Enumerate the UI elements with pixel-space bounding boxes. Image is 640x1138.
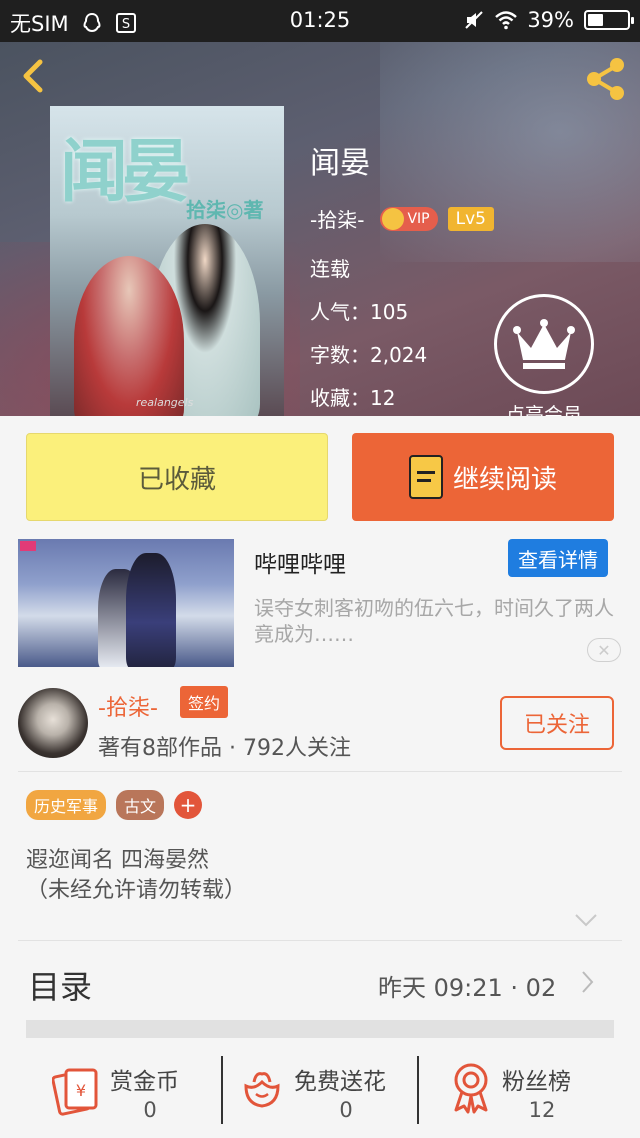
crown-icon (513, 319, 575, 369)
ad-image[interactable] (18, 539, 234, 667)
tag-ancient-style[interactable]: 古文 (116, 790, 165, 820)
book-info: 闻晏 -拾柒- VIP Lv5 连载 人气：105 字数：2,024 收藏：12 (310, 138, 494, 416)
free-flower-button[interactable]: 免费送花 0 (240, 1058, 410, 1130)
vip-crown-icon (382, 207, 405, 230)
toc-latest-update: 昨天 09:21 · 02 (378, 974, 557, 1002)
member-label: 点亮会员 (505, 404, 582, 416)
flower-icon (244, 1072, 280, 1108)
cover-title: 闻晏 (60, 132, 190, 212)
separator (417, 1056, 419, 1124)
battery-percent: 39% (527, 8, 574, 32)
reading-progress-bar (26, 1020, 614, 1038)
cover-author: 拾柒◎著 (186, 198, 264, 222)
signed-badge: 签约 (180, 686, 229, 718)
author-name[interactable]: -拾柒- (98, 690, 158, 722)
close-icon[interactable]: ✕ (587, 638, 621, 662)
book-cover[interactable]: 闻晏 拾柒◎著 realangels (50, 106, 284, 416)
ad-description: 误夺女刺客初吻的伍六七，时间久了两人竟成为…… (254, 596, 614, 646)
tag-history-military[interactable]: 历史军事 (26, 790, 107, 820)
bottom-bar: ¥ 赏金币 0 免费送花 0 粉丝榜 12 (0, 1050, 640, 1138)
intro-line: 遐迩闻名 四海晏然 (26, 848, 209, 873)
book-title: 闻晏 (310, 146, 370, 181)
medal-icon (454, 1063, 488, 1114)
reward-coins-button[interactable]: ¥ 赏金币 0 (52, 1058, 212, 1130)
divider (18, 940, 622, 941)
avatar[interactable] (18, 688, 88, 758)
popularity: 人气：105 (310, 300, 409, 324)
author-stats: 著有8部作品 · 792人关注 (98, 736, 351, 761)
chevron-down-icon[interactable] (574, 912, 598, 928)
fan-ranking-button[interactable]: 粉丝榜 12 (450, 1058, 600, 1130)
ad-title: 哔哩哔哩 (254, 552, 346, 578)
ad-banner[interactable]: 哔哩哔哩 查看详情 误夺女刺客初吻的伍六七，时间久了两人竟成为…… (0, 535, 640, 671)
member-button[interactable]: 点亮会员 (492, 294, 596, 416)
divider (18, 771, 622, 772)
battery-icon (584, 10, 634, 30)
share-button[interactable] (580, 54, 630, 104)
collected-button[interactable]: 已收藏 (26, 433, 328, 521)
chevron-right-icon (582, 971, 594, 993)
red-envelope-icon: ¥ (52, 1068, 98, 1116)
add-tag-button[interactable]: + (174, 791, 203, 819)
svg-text:¥: ¥ (76, 1081, 86, 1100)
wifi-icon (495, 11, 518, 30)
follow-button[interactable]: 已关注 (500, 696, 614, 750)
separator (221, 1056, 223, 1124)
table-of-contents-row[interactable]: 目录 昨天 09:21 · 02 (0, 958, 640, 1014)
continue-reading-button[interactable]: 继续阅读 (352, 433, 614, 521)
word-count: 字数：2,024 (310, 343, 428, 367)
author-card[interactable]: -拾柒- 签约 著有8部作品 · 792人关注 已关注 (0, 680, 640, 770)
book-icon (408, 455, 443, 499)
vip-badge: VIP (380, 206, 438, 231)
book-intro[interactable]: 遐迩闻名 四海晏然 （未经允许请勿转载） (26, 846, 246, 906)
book-header: 闻晏 拾柒◎著 realangels 闻晏 -拾柒- VIP Lv5 连载 人气… (0, 42, 640, 416)
toc-title: 目录 (28, 968, 93, 1006)
book-author[interactable]: -拾柒- (310, 204, 364, 233)
level-badge: Lv5 (447, 206, 494, 231)
serial-status: 连载 (310, 257, 350, 281)
back-button[interactable] (14, 54, 54, 98)
favorites-count: 收藏：12 (310, 386, 396, 410)
cover-signature: realangels (136, 396, 194, 409)
tag-list: 历史军事 古文 + (26, 790, 203, 820)
mute-icon (465, 11, 484, 29)
view-details-button[interactable]: 查看详情 (508, 539, 608, 577)
status-bar: 无SIM S 01:25 39% (0, 0, 640, 42)
intro-line: （未经允许请勿转载） (26, 878, 247, 903)
